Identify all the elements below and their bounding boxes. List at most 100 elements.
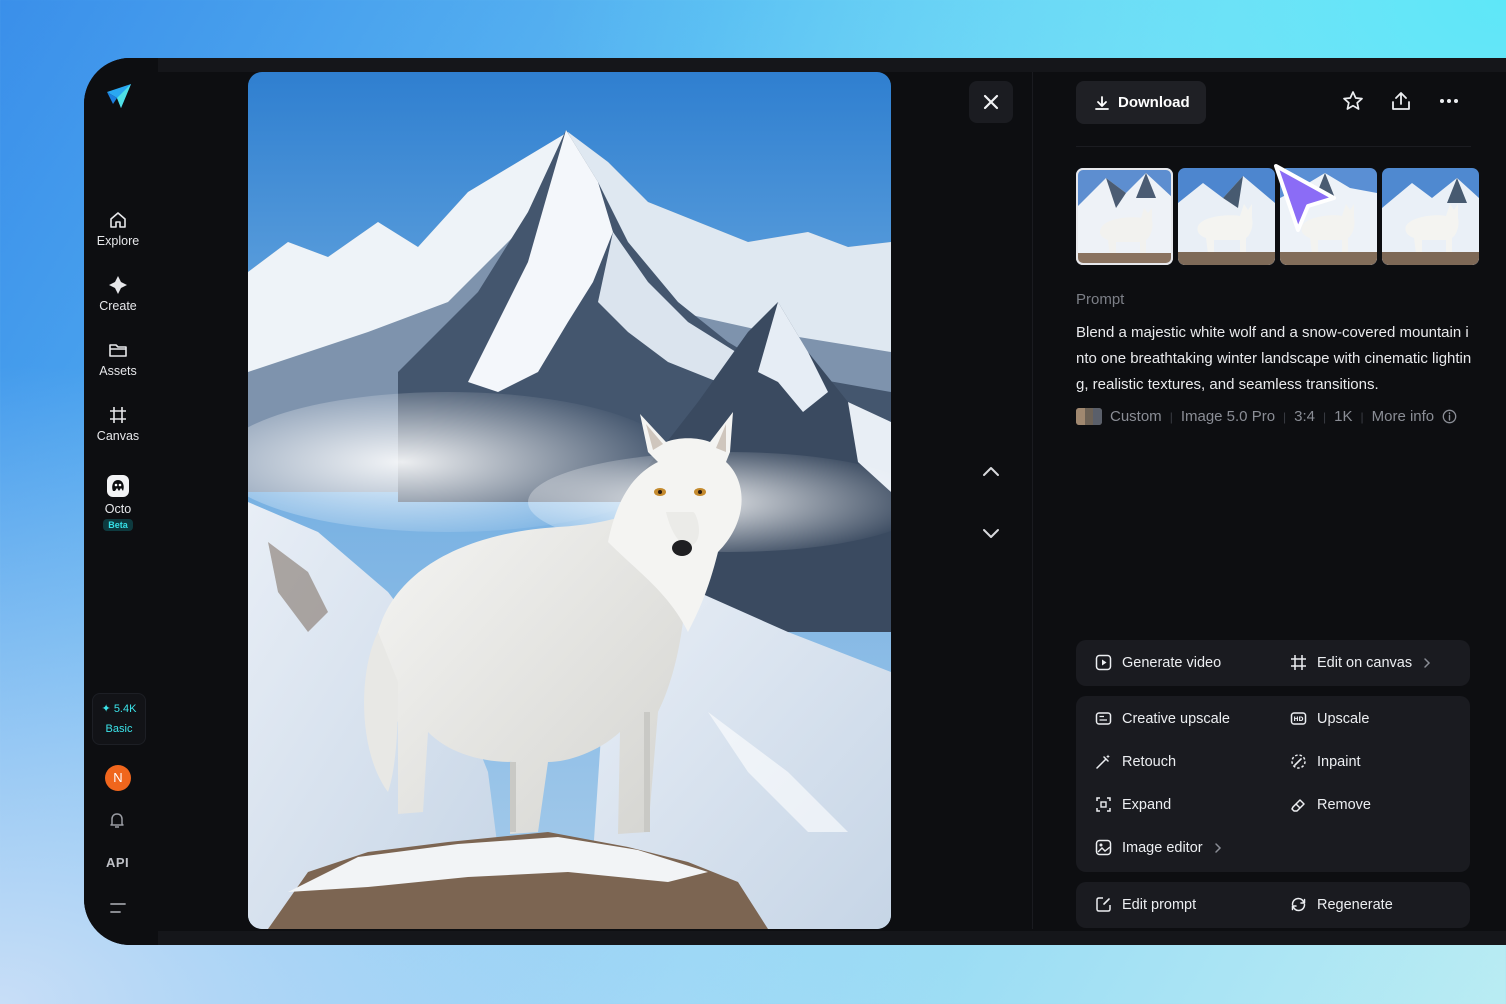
download-icon (1095, 95, 1109, 110)
inpaint-label: Inpaint (1317, 753, 1361, 770)
download-label: Download (1118, 94, 1190, 111)
edit-icon (1096, 897, 1111, 912)
meta-separator: | (1323, 409, 1327, 424)
creative-upscale-icon (1095, 712, 1112, 725)
sidebar-item-label: Create (99, 299, 137, 313)
sidebar-item-label: Explore (96, 234, 140, 248)
star-icon[interactable] (1342, 90, 1364, 112)
eraser-icon (1291, 799, 1305, 812)
credits-amount: 5.4K (113, 703, 137, 715)
app-logo-icon[interactable] (105, 82, 133, 110)
meta-separator: | (1360, 409, 1364, 424)
prompt-heading: Prompt (1076, 291, 1125, 308)
image-editor-icon (1095, 839, 1112, 856)
generate-video-button[interactable]: Generate video (1095, 654, 1221, 671)
creative-upscale-label: Creative upscale (1122, 710, 1230, 727)
sidebar-item-explore[interactable]: Explore (84, 210, 152, 248)
inpaint-brush-icon (1291, 754, 1306, 769)
thumbnail-image (1178, 168, 1275, 265)
sidebar-item-canvas[interactable]: Canvas (84, 405, 152, 443)
thumbnail-4[interactable] (1382, 168, 1479, 265)
credits-badge[interactable]: ✦ 5.4K Basic (92, 693, 146, 745)
expand-label: Expand (1122, 796, 1172, 813)
remove-button[interactable]: Remove (1290, 796, 1371, 813)
expand-icon (1096, 797, 1111, 812)
upscale-label: Upscale (1317, 710, 1370, 727)
credits-value: ✦ 5.4K (101, 703, 137, 715)
magic-wand-icon (1096, 754, 1110, 769)
thumbnail-image (1076, 168, 1173, 265)
sidebar-item-octo[interactable]: Octo Beta (84, 474, 152, 531)
octo-icon (107, 475, 129, 497)
image-editor-button[interactable]: Image editor (1095, 839, 1223, 856)
creative-upscale-button[interactable]: Creative upscale (1095, 710, 1230, 727)
retouch-label: Retouch (1122, 753, 1177, 770)
menu-icon[interactable] (109, 900, 127, 916)
generate-video-label: Generate video (1122, 654, 1222, 671)
info-icon[interactable] (1442, 409, 1457, 424)
primary-actions-card: Generate video Edit on canvas (1076, 640, 1470, 686)
image-editor-label: Image editor (1122, 839, 1203, 856)
regenerate-icon (1291, 897, 1306, 912)
chevron-right-icon (1214, 842, 1221, 853)
sidebar-item-create[interactable]: Create (84, 275, 152, 313)
app-window: Explore Create Assets Canvas Octo Beta ✦… (84, 58, 1506, 945)
prompt-actions-card: Edit prompt Regenerate (1076, 882, 1470, 928)
regenerate-label: Regenerate (1317, 896, 1393, 913)
inpaint-button[interactable]: Inpaint (1290, 753, 1361, 770)
edit-tools-card: Creative upscale HD Upscale Retouch Inpa… (1076, 696, 1470, 872)
sidebar-item-assets[interactable]: Assets (84, 340, 152, 378)
sidebar: Explore Create Assets Canvas Octo Beta ✦… (84, 58, 158, 945)
generation-meta: Custom | Image 5.0 Pro | 3:4 | 1K | More… (1076, 408, 1457, 425)
canvas-icon (1291, 655, 1306, 670)
close-button[interactable] (969, 81, 1013, 123)
bottom-strip (158, 931, 1506, 945)
api-link[interactable]: API (106, 855, 129, 870)
panel-divider (1032, 72, 1033, 929)
regenerate-button[interactable]: Regenerate (1290, 896, 1393, 913)
thumbnail-1[interactable] (1076, 168, 1173, 265)
meta-style[interactable]: Custom (1110, 408, 1162, 425)
expand-button[interactable]: Expand (1095, 796, 1171, 813)
header-divider (1076, 146, 1471, 147)
plan-name: Basic (105, 723, 133, 735)
previous-image-chevron-up-icon[interactable] (979, 460, 1003, 484)
sparkle-icon (109, 276, 127, 294)
chevron-right-icon (1424, 657, 1431, 668)
thumbnail-2[interactable] (1178, 168, 1275, 265)
avatar[interactable]: N (105, 765, 131, 791)
play-video-icon (1095, 654, 1112, 671)
top-strip (158, 58, 1506, 72)
style-thumbnail (1076, 408, 1102, 425)
edit-prompt-button[interactable]: Edit prompt (1095, 896, 1196, 913)
bell-icon[interactable] (107, 810, 127, 830)
pointer-cursor-icon (1274, 164, 1336, 232)
hd-upscale-icon: HD (1290, 712, 1307, 725)
prompt-text: Blend a majestic white wolf and a snow-c… (1076, 324, 1472, 393)
canvas-icon (110, 407, 126, 423)
thumbnail-image (1382, 168, 1479, 265)
svg-text:HD: HD (1293, 716, 1303, 723)
sidebar-item-label: Assets (99, 364, 137, 378)
meta-resolution: 1K (1334, 408, 1353, 425)
next-image-chevron-down-icon[interactable] (979, 521, 1003, 545)
more-info-link[interactable]: More info (1372, 408, 1435, 425)
meta-ratio: 3:4 (1294, 408, 1316, 425)
close-icon (983, 94, 999, 110)
remove-label: Remove (1317, 796, 1371, 813)
home-icon (110, 212, 126, 228)
beta-badge: Beta (103, 519, 133, 531)
meta-separator: | (1283, 409, 1287, 424)
more-options-icon[interactable] (1438, 90, 1460, 112)
download-button[interactable]: Download (1076, 81, 1206, 124)
sidebar-item-label: Octo (104, 502, 132, 516)
share-icon[interactable] (1390, 90, 1412, 112)
edit-on-canvas-label: Edit on canvas (1317, 654, 1413, 671)
retouch-button[interactable]: Retouch (1095, 753, 1176, 770)
upscale-button[interactable]: HD Upscale (1290, 710, 1369, 727)
meta-model: Image 5.0 Pro (1180, 408, 1276, 425)
generated-image[interactable] (248, 72, 891, 929)
folder-icon (109, 344, 127, 357)
sidebar-item-label: Canvas (96, 429, 140, 443)
edit-on-canvas-button[interactable]: Edit on canvas (1290, 654, 1432, 671)
